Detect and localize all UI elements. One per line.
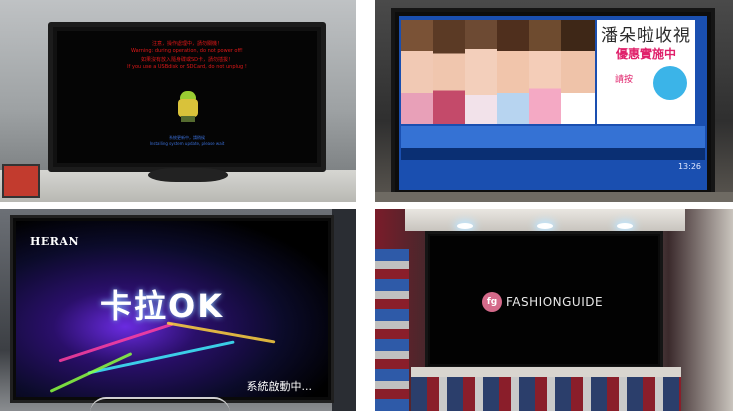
warning-line-4: If you use a USBdisk or SDCard, do not u… bbox=[127, 64, 247, 70]
photo-karaoke-tv: HERAN 卡拉OK 系統啟動中... bbox=[0, 209, 356, 411]
clock-readout: 13:26 bbox=[677, 162, 701, 171]
fashion-logo-mark: fg bbox=[482, 292, 502, 312]
promo-title: 潘朵啦收視 bbox=[601, 26, 691, 46]
photo-tile bbox=[561, 20, 595, 124]
warning-line-1: 注意，操作處理中，請勿關機！ bbox=[151, 41, 222, 47]
display-shelf bbox=[411, 367, 681, 377]
promo-badge-icon bbox=[653, 66, 687, 100]
monitor-stand bbox=[148, 168, 228, 182]
spot-light-icon bbox=[617, 223, 633, 229]
warning-line-2: Warning: during operation, do not power … bbox=[131, 48, 243, 54]
tv-screen: 潘朵啦收視 優惠實施中 請按 13:26 bbox=[399, 16, 707, 190]
karaoke-title: 卡拉OK bbox=[100, 287, 225, 325]
update-caption: 系統更新中，請稍候 Installing system update, plea… bbox=[57, 135, 317, 147]
tv-frame: 潘朵啦收視 優惠實施中 請按 13:26 bbox=[391, 8, 715, 198]
boot-status: 系統啟動中... bbox=[246, 380, 313, 393]
monitor-screen: 注意，操作處理中，請勿關機！ Warning: during operation… bbox=[57, 31, 317, 163]
android-robot-icon bbox=[175, 89, 201, 123]
photo-tile bbox=[465, 20, 497, 124]
cable bbox=[90, 397, 230, 411]
tv-frame: HERAN 卡拉OK 系統啟動中... bbox=[10, 215, 334, 403]
warning-line-3: 如果沒有放入隨身碟或SD卡，請勿插拔！ bbox=[140, 57, 234, 63]
promo-button: 請按 bbox=[615, 75, 634, 85]
photo-tv-promo: 潘朵啦收視 優惠實施中 請按 13:26 bbox=[375, 0, 733, 202]
photo-monitor-warning: 注意，操作處理中，請勿關機！ Warning: during operation… bbox=[0, 0, 356, 202]
menu-strip bbox=[401, 126, 705, 148]
cabinet-top bbox=[375, 192, 733, 202]
photo-grid bbox=[401, 20, 595, 124]
merchandise-rack bbox=[375, 249, 409, 411]
red-box bbox=[2, 164, 40, 198]
tv-screen: HERAN 卡拉OK 系統啟動中... bbox=[16, 221, 328, 397]
brand-logo: HERAN bbox=[30, 235, 80, 248]
monitor-frame: 注意，操作處理中，請勿關機！ Warning: during operation… bbox=[48, 22, 326, 172]
photo-tile bbox=[433, 20, 465, 124]
shelf-goods bbox=[411, 377, 681, 411]
promo-subtitle: 優惠實施中 bbox=[615, 47, 676, 61]
tv-frame: fg FASHIONGUIDE bbox=[425, 231, 663, 369]
display-ceiling bbox=[405, 209, 685, 231]
promo-panel: 潘朵啦收視 優惠實施中 請按 bbox=[597, 20, 695, 124]
fashion-logo-text: FASHIONGUIDE bbox=[506, 295, 604, 309]
side-wall bbox=[332, 209, 356, 411]
news-ticker bbox=[401, 148, 705, 160]
photo-fashion-display: fg FASHIONGUIDE bbox=[375, 209, 733, 411]
tv-screen: fg FASHIONGUIDE bbox=[430, 236, 658, 364]
photo-tile bbox=[401, 20, 433, 124]
update-caption-line-2: Installing system update, please wait bbox=[149, 141, 225, 146]
photo-tile bbox=[529, 20, 561, 124]
spot-light-icon bbox=[537, 223, 553, 229]
spot-light-icon bbox=[457, 223, 473, 229]
photo-tile bbox=[497, 20, 529, 124]
